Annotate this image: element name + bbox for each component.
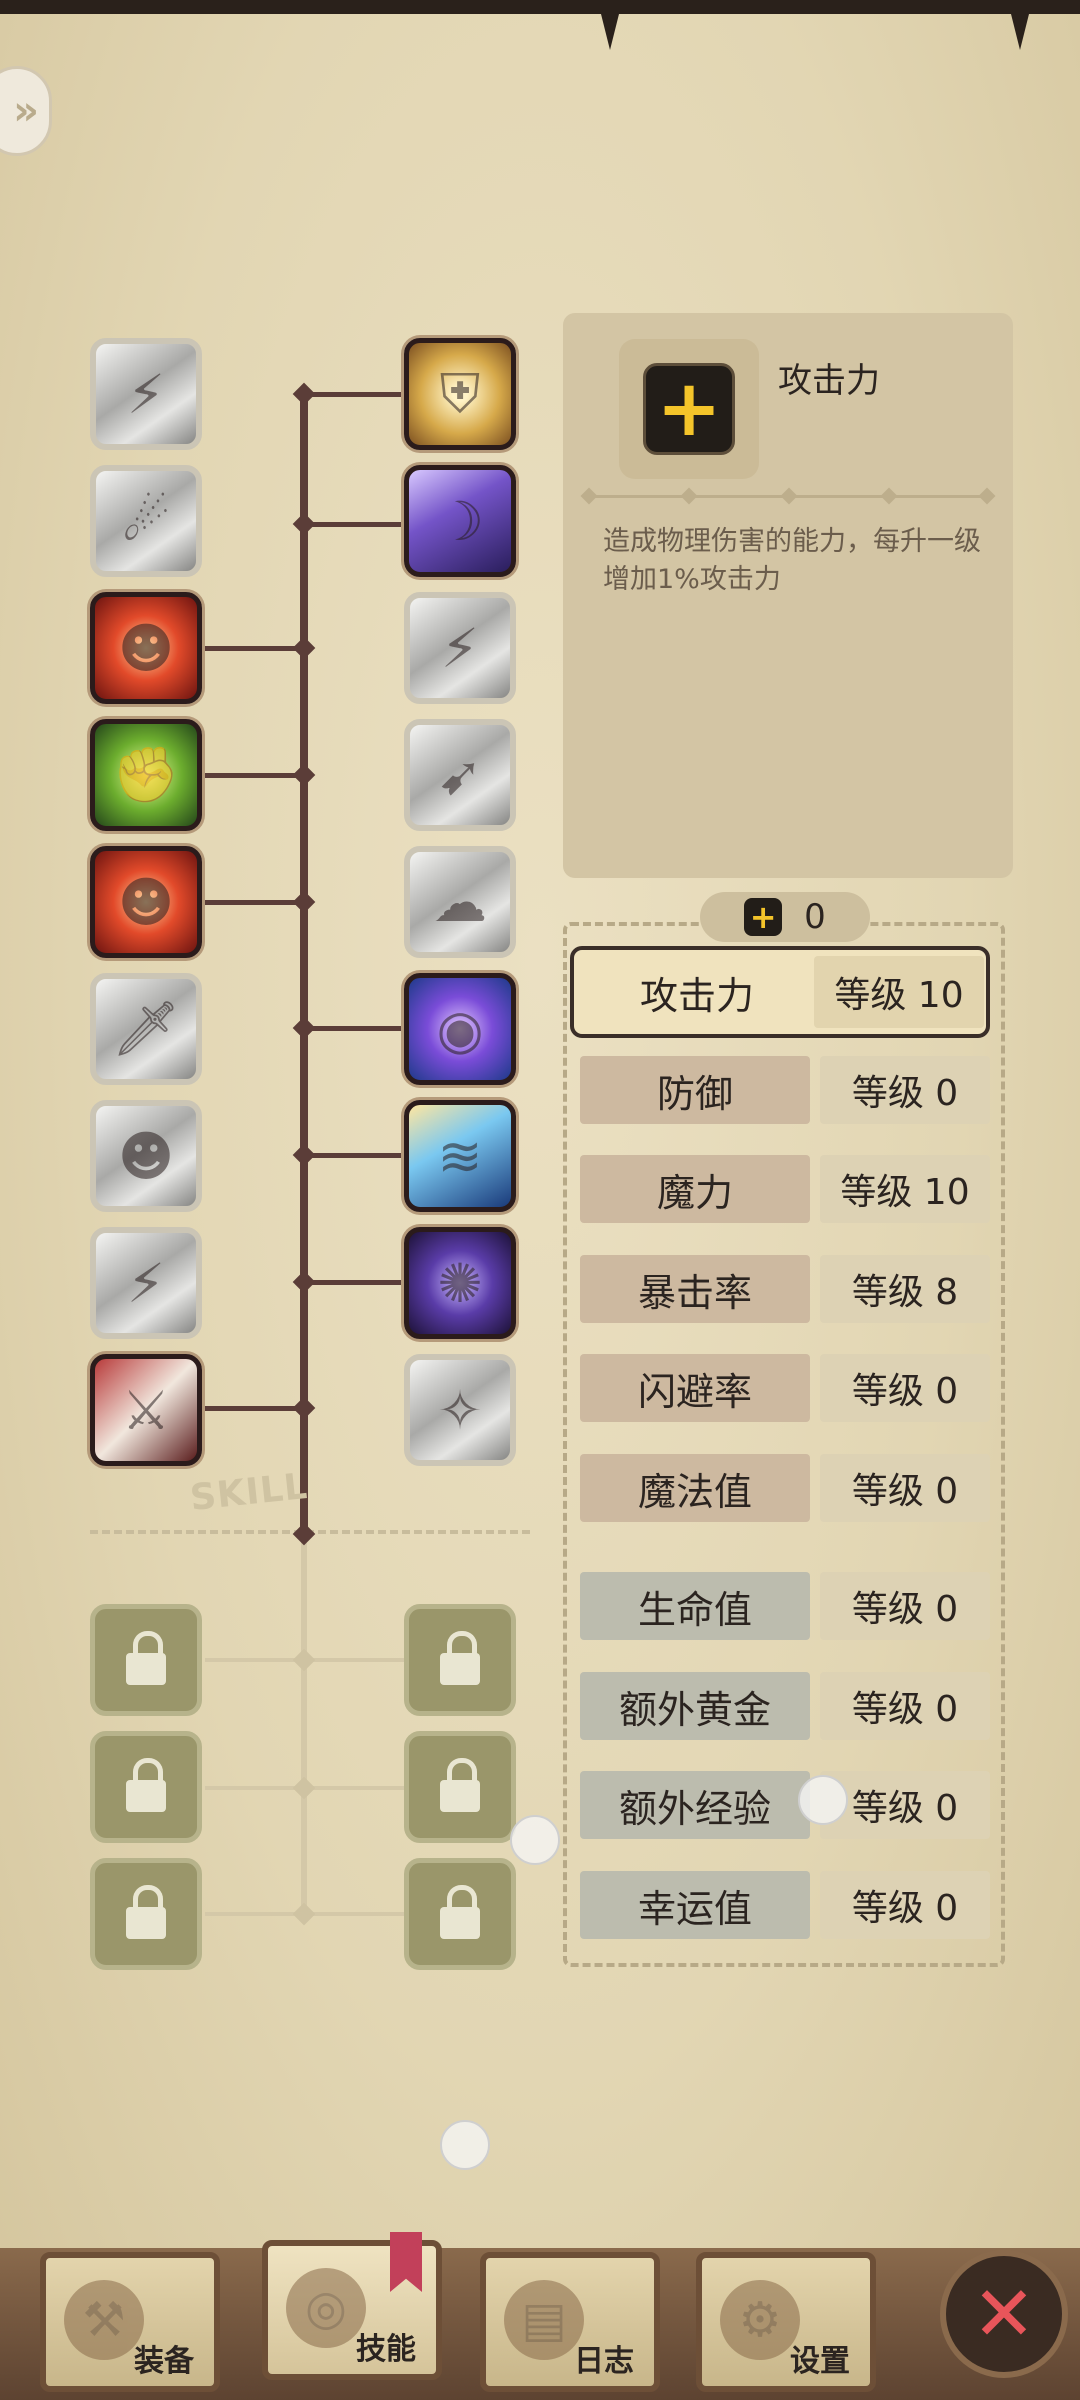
skill-rage-icon[interactable]: ☻ — [90, 846, 202, 958]
attribute-description: 造成物理伤害的能力，每升一级增加1%攻击力 — [603, 526, 981, 595]
locked-skill[interactable] — [404, 1604, 516, 1716]
lock-icon — [440, 1885, 480, 1939]
touch-indicator — [798, 1775, 848, 1825]
locked-skill[interactable] — [404, 1731, 516, 1843]
nav-settings[interactable]: ⚙ 设置 — [696, 2252, 876, 2392]
points-value: 0 — [804, 897, 826, 937]
skill-dodge-icon[interactable]: ☄ — [90, 465, 202, 577]
skill-shield-icon[interactable]: ⛨ — [404, 338, 516, 450]
close-button[interactable]: ✕ — [940, 2250, 1068, 2378]
attribute-row-gold[interactable]: 额外黄金 等级 0 — [570, 1664, 990, 1746]
skill-thunder-icon[interactable]: ⚡ — [90, 1227, 202, 1339]
nav-log[interactable]: ▤ 日志 — [480, 2252, 660, 2392]
skill-dash-icon[interactable]: ☻ — [90, 1100, 202, 1212]
plus-icon: + — [744, 898, 783, 936]
attribute-icon-frame: + — [619, 339, 759, 479]
skill-whirlwind-icon[interactable]: ≋ — [404, 1100, 516, 1212]
attribute-points: + 0 — [700, 892, 870, 942]
tree-branch — [304, 1026, 404, 1031]
attribute-row-dodge[interactable]: 闪避率 等级 0 — [570, 1346, 990, 1428]
touch-indicator — [510, 1815, 560, 1865]
tree-branch — [205, 773, 305, 778]
skill-strength-icon[interactable]: ✊ — [90, 719, 202, 831]
axe-icon: ⚒ — [64, 2280, 144, 2360]
attribute-row-defense[interactable]: 防御 等级 0 — [570, 1048, 990, 1130]
book-icon: ▤ — [504, 2280, 584, 2360]
tree-branch — [205, 646, 305, 651]
locked-skill[interactable] — [90, 1604, 202, 1716]
tree-branch — [304, 522, 404, 527]
close-icon: ✕ — [972, 2269, 1036, 2358]
tree-branch — [304, 392, 404, 397]
tree-branch — [304, 1153, 404, 1158]
attribute-row-magic[interactable]: 魔力 等级 10 — [570, 1147, 990, 1229]
gear-icon: ⚙ — [720, 2280, 800, 2360]
attribute-row-mana[interactable]: 魔法值 等级 0 — [570, 1446, 990, 1528]
lock-icon — [440, 1758, 480, 1812]
attribute-row-exp[interactable]: 额外经验 等级 0 — [570, 1763, 990, 1845]
skill-tree-trunk-locked — [301, 1532, 307, 1917]
skill-eye-icon[interactable]: ◉ — [404, 973, 516, 1085]
skill-roar-icon[interactable]: ☻ — [90, 592, 202, 704]
skill-smoke-icon[interactable]: ☁ — [404, 846, 516, 958]
attribute-row-hp[interactable]: 生命值 等级 0 — [570, 1564, 990, 1646]
attribute-title: 攻击力 — [778, 361, 880, 401]
paper-tear — [600, 10, 620, 50]
locked-skill[interactable] — [404, 1858, 516, 1970]
lock-icon — [126, 1631, 166, 1685]
back-button[interactable]: » — [0, 66, 52, 156]
nav-equipment[interactable]: ⚒ 装备 — [40, 2252, 220, 2392]
skill-dagger-icon[interactable]: 🗡 — [90, 973, 202, 1085]
skill-shadow-strike-icon[interactable]: ☽ — [404, 465, 516, 577]
tree-branch — [205, 900, 305, 905]
plus-icon: + — [643, 363, 735, 455]
attribute-detail-panel: + 攻击力 造成物理伤害的能力，每升一级增加1%攻击力 — [563, 313, 1013, 878]
attribute-row-attack[interactable]: 攻击力 等级 10 — [570, 946, 990, 1038]
skill-lightning-icon[interactable]: ⚡ — [404, 592, 516, 704]
skill-tree-trunk — [300, 392, 308, 1532]
compass-icon: ◎ — [286, 2268, 366, 2348]
divider — [580, 487, 996, 505]
skill-sword-icon[interactable]: ⚔ — [90, 1354, 202, 1466]
lock-icon — [440, 1631, 480, 1685]
top-edge — [0, 0, 1080, 14]
paper-tear — [1010, 10, 1030, 50]
double-chevron-icon: » — [13, 88, 39, 134]
skill-slash-icon[interactable]: ⚡ — [90, 338, 202, 450]
bookmark-icon — [390, 2232, 422, 2292]
tree-branch — [205, 1406, 305, 1411]
skill-charge-icon[interactable]: ➹ — [404, 719, 516, 831]
attribute-row-crit[interactable]: 暴击率 等级 8 — [570, 1247, 990, 1329]
skill-sparkle-icon[interactable]: ✧ — [404, 1354, 516, 1466]
locked-skill[interactable] — [90, 1858, 202, 1970]
attribute-row-luck[interactable]: 幸运值 等级 0 — [570, 1863, 990, 1945]
tree-branch — [304, 1280, 404, 1285]
nav-skills[interactable]: ◎ 技能 — [262, 2232, 442, 2380]
skill-orb-icon[interactable]: ✺ — [404, 1227, 516, 1339]
touch-indicator — [440, 2120, 490, 2170]
lock-icon — [126, 1885, 166, 1939]
locked-skill[interactable] — [90, 1731, 202, 1843]
lock-icon — [126, 1758, 166, 1812]
